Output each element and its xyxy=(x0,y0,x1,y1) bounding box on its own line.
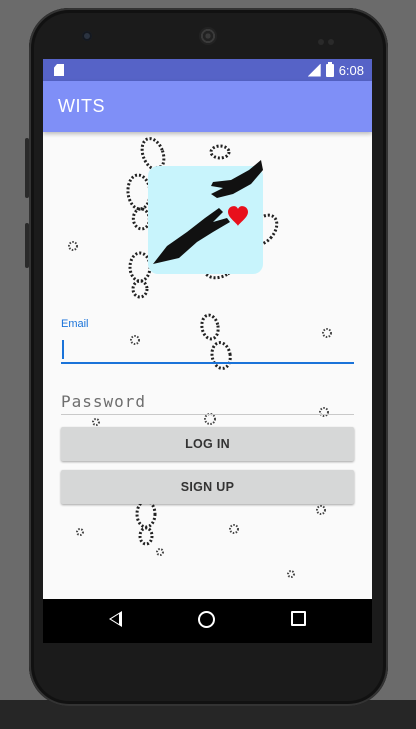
email-field[interactable] xyxy=(61,336,354,364)
device-screen: 3G 6:08 WITS Email LOG IN SIGN UP xyxy=(43,59,372,643)
back-triangle-icon[interactable] xyxy=(109,611,122,627)
volume-button xyxy=(25,138,29,198)
signup-button[interactable]: SIGN UP xyxy=(61,470,354,504)
login-button[interactable]: LOG IN xyxy=(61,427,354,461)
hands-heart-logo xyxy=(153,160,263,264)
navigation-bar xyxy=(43,599,372,643)
login-content: Email LOG IN SIGN UP xyxy=(43,132,372,599)
app-title: WITS xyxy=(58,96,105,116)
speaker-grille xyxy=(199,27,217,45)
power-button xyxy=(25,223,29,268)
home-circle-icon[interactable] xyxy=(198,611,215,628)
clock: 6:08 xyxy=(338,62,364,78)
front-camera xyxy=(82,31,92,41)
status-bar: 3G 6:08 xyxy=(43,59,372,81)
network-type: 3G xyxy=(295,61,306,69)
sd-card-icon xyxy=(54,64,64,76)
proximity-sensors xyxy=(318,32,342,45)
text-cursor xyxy=(62,340,64,359)
password-field[interactable] xyxy=(61,388,354,415)
status-icons: 3G 6:08 xyxy=(307,61,364,78)
battery-icon xyxy=(325,61,334,77)
signal-icon: 3G xyxy=(307,63,321,77)
email-label: Email xyxy=(61,318,89,330)
recents-square-icon[interactable] xyxy=(291,611,306,626)
app-bar: WITS xyxy=(43,81,372,132)
